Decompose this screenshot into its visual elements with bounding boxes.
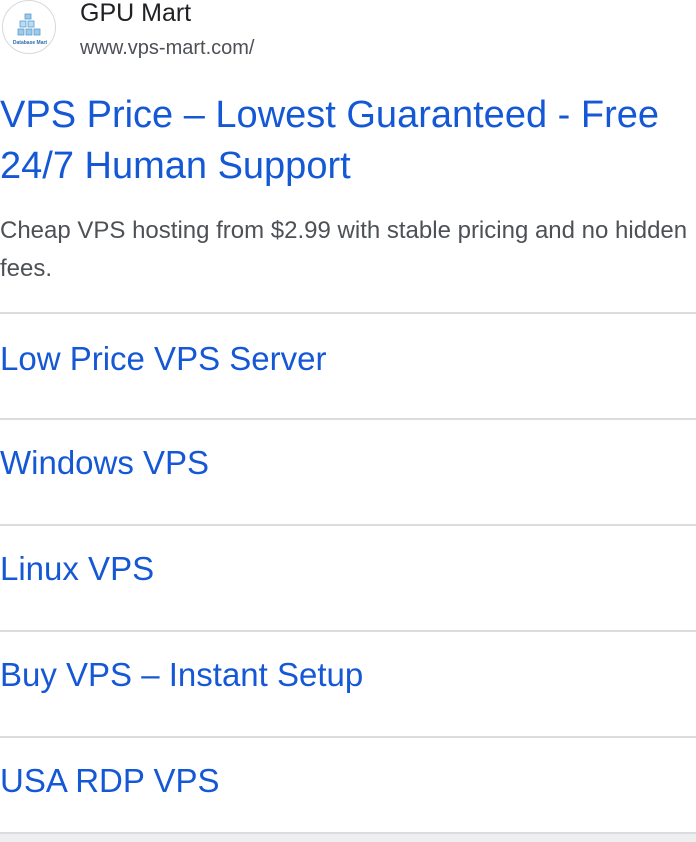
card-bottom-band [0,834,696,842]
sitelink-low-price-vps-server[interactable]: Low Price VPS Server [0,312,696,418]
sitelinks-list: Low Price VPS Server Windows VPS Linux V… [0,312,696,842]
sitelink-usa-rdp-vps[interactable]: USA RDP VPS [0,736,696,842]
advertiser-header[interactable]: Database Mart GPU Mart www.vps-mart.com/ [0,0,696,66]
database-mart-logo-icon: Database Mart [13,13,48,46]
display-url[interactable]: www.vps-mart.com/ [80,36,254,60]
sitelink-linux-vps[interactable]: Linux VPS [0,524,696,630]
sitelink-buy-vps-instant-setup[interactable]: Buy VPS – Instant Setup [0,630,696,736]
logo-wordmark: Database Mart [13,40,48,46]
advertiser-logo[interactable]: Database Mart [2,0,56,54]
search-ad-card: Database Mart GPU Mart www.vps-mart.com/… [0,0,696,842]
advertiser-name[interactable]: GPU Mart [80,0,191,28]
ad-description: Cheap VPS hosting from $2.99 with stable… [0,217,688,282]
sitelink-windows-vps[interactable]: Windows VPS [0,418,696,524]
ad-headline-link[interactable]: VPS Price – Lowest Guaranteed - Free 24/… [0,90,696,192]
